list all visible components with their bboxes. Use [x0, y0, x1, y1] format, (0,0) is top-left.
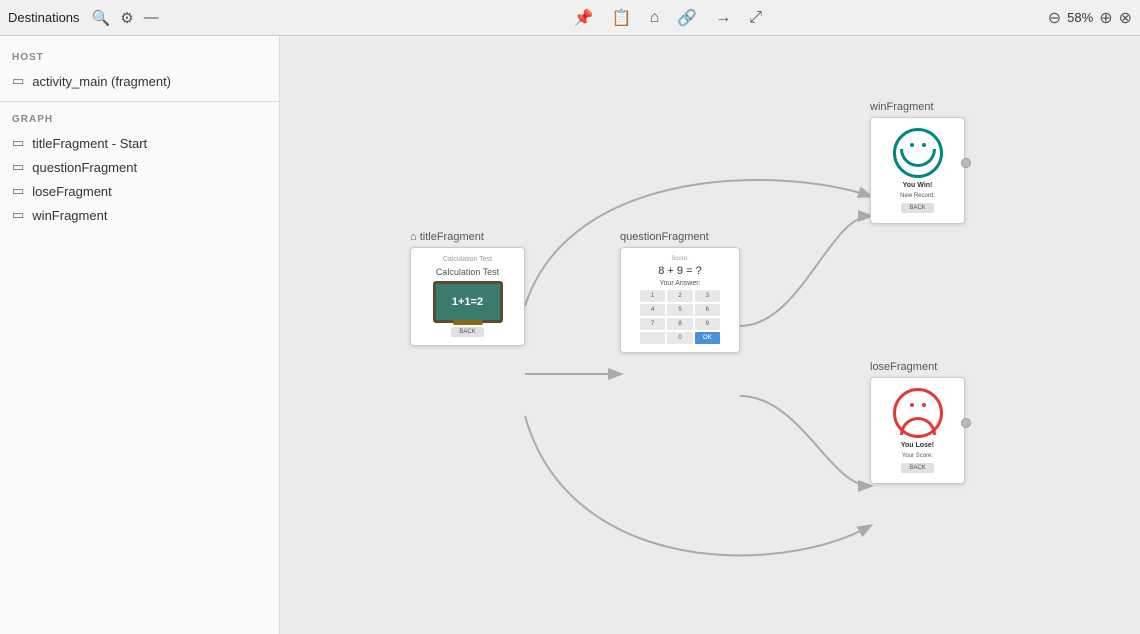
- minimize-icon[interactable]: —: [144, 9, 159, 26]
- lose-fragment-dot: [961, 418, 965, 428]
- lose-fragment-label: loseFragment: [870, 361, 965, 373]
- wf-back-button[interactable]: BACK: [901, 203, 933, 213]
- tf-calc-text: Calculation Test: [436, 267, 499, 277]
- qf-key-ok[interactable]: OK: [695, 332, 720, 344]
- sidebar-item-text: activity_main (fragment): [32, 74, 171, 89]
- home-icon-small: ⌂: [410, 231, 417, 243]
- right-eye: [922, 403, 926, 407]
- fragment-icon: ▭: [12, 73, 24, 89]
- sidebar-item-questionfragment[interactable]: ▭ questionFragment: [0, 155, 279, 179]
- sidebar-item-label: questionFragment: [32, 160, 137, 175]
- main-layout: HOST ▭ activity_main (fragment) GRAPH ▭ …: [0, 36, 1140, 634]
- graph-canvas[interactable]: ⌂ titleFragment Calculation Test Calcula…: [280, 36, 1140, 634]
- qf-key-6[interactable]: 6: [695, 304, 720, 316]
- question-fragment-wrapper: questionFragment Score: 8 + 9 = ? Your A…: [620, 231, 740, 353]
- search-icon[interactable]: 🔍: [92, 9, 111, 27]
- qf-key-5[interactable]: 5: [667, 304, 692, 316]
- qf-key-7[interactable]: 7: [640, 318, 665, 330]
- link-icon[interactable]: 🔗: [677, 8, 697, 28]
- wf-inner: You Win! New Record: BACK: [871, 118, 964, 223]
- title-fragment-wrapper: ⌂ titleFragment Calculation Test Calcula…: [410, 231, 525, 346]
- title-bar-icons: 🔍 ⚙ —: [92, 9, 159, 27]
- app-title: Destinations: [8, 10, 80, 25]
- sidebar-item-label: titleFragment - Start: [32, 136, 147, 151]
- left-eye: [910, 403, 914, 407]
- happy-eyes: [896, 143, 940, 147]
- title-bar-center: 📌 📋 ⌂ 🔗 → ⤢: [288, 8, 1048, 28]
- sidebar-divider: [0, 101, 279, 102]
- win-fragment-node[interactable]: You Win! New Record: BACK: [870, 117, 965, 224]
- qf-key-4[interactable]: 4: [640, 304, 665, 316]
- sidebar: HOST ▭ activity_main (fragment) GRAPH ▭ …: [0, 36, 280, 634]
- title-bar-left: Destinations 🔍 ⚙ —: [8, 9, 288, 27]
- sidebar-item-label: loseFragment: [32, 184, 111, 199]
- qf-key-9[interactable]: 9: [695, 318, 720, 330]
- lf-inner: You Lose! Your Score: BACK: [871, 378, 964, 483]
- lf-back-button[interactable]: BACK: [901, 463, 933, 473]
- win-fragment-label: winFragment: [870, 101, 965, 113]
- home-icon[interactable]: ⌂: [650, 9, 660, 27]
- right-eye: [922, 143, 926, 147]
- qf-score-label: Score:: [671, 256, 688, 262]
- settings-icon[interactable]: ⚙: [120, 9, 133, 27]
- host-section-label: HOST: [0, 48, 279, 69]
- qf-key-empty: [640, 332, 665, 344]
- sidebar-item-titlefragment[interactable]: ▭ titleFragment - Start: [0, 131, 279, 155]
- tf-title-label: Calculation Test: [443, 256, 492, 263]
- qf-key-3[interactable]: 3: [695, 290, 720, 302]
- tf-back-button[interactable]: BACK: [451, 327, 483, 337]
- wf-you-win-text: You Win!: [903, 182, 933, 189]
- title-bar: Destinations 🔍 ⚙ — 📌 📋 ⌂ 🔗 → ⤢ ⊖ 58% ⊕ ⊗: [0, 0, 1140, 36]
- qf-keypad: 1 2 3 4 5 6 7 8 9 0 OK: [640, 290, 720, 344]
- copy-icon[interactable]: 📋: [612, 8, 632, 28]
- fragment-icon: ▭: [12, 135, 24, 151]
- lose-fragment-node[interactable]: You Lose! Your Score: BACK: [870, 377, 965, 484]
- title-fragment-label: ⌂ titleFragment: [410, 231, 525, 243]
- wf-new-record-text: New Record:: [900, 193, 935, 199]
- zoom-in-button[interactable]: ⊕: [1099, 8, 1112, 28]
- zoom-control: ⊖ 58% ⊕ ⊗: [1048, 8, 1132, 28]
- qf-key-8[interactable]: 8: [667, 318, 692, 330]
- sidebar-item-losefragment[interactable]: ▭ loseFragment: [0, 179, 279, 203]
- fragment-icon: ▭: [12, 183, 24, 199]
- tf-inner: Calculation Test Calculation Test 1+1=2 …: [411, 248, 524, 345]
- title-bar-right: ⊖ 58% ⊕ ⊗: [1048, 8, 1132, 28]
- qf-key-0[interactable]: 0: [667, 332, 692, 344]
- graph-section-label: GRAPH: [0, 110, 279, 131]
- question-fragment-node[interactable]: Score: 8 + 9 = ? Your Answer: 1 2 3 4 5 …: [620, 247, 740, 353]
- lose-fragment-wrapper: loseFragment You Lose! Your Score: BACK: [870, 361, 965, 484]
- sad-eyes: [896, 403, 940, 407]
- win-fragment-dot: [961, 158, 965, 168]
- title-fragment-node[interactable]: Calculation Test Calculation Test 1+1=2 …: [410, 247, 525, 346]
- zoom-level: 58%: [1067, 10, 1093, 25]
- sad-smiley-icon: [893, 388, 943, 438]
- sidebar-item-activity-main[interactable]: ▭ activity_main (fragment): [0, 69, 279, 93]
- zoom-out-button[interactable]: ⊖: [1048, 8, 1061, 28]
- qf-your-answer-label: Your Answer:: [660, 280, 701, 287]
- fragment-icon: ▭: [12, 159, 24, 175]
- qf-inner: Score: 8 + 9 = ? Your Answer: 1 2 3 4 5 …: [621, 248, 739, 352]
- qf-key-1[interactable]: 1: [640, 290, 665, 302]
- lf-you-lose-text: You Lose!: [901, 442, 934, 449]
- question-fragment-label: questionFragment: [620, 231, 740, 243]
- win-fragment-wrapper: winFragment You Win! New Record: BACK: [870, 101, 965, 224]
- happy-smiley-icon: [893, 128, 943, 178]
- zoom-reset-button[interactable]: ⊗: [1119, 8, 1132, 28]
- sidebar-item-label: winFragment: [32, 208, 107, 223]
- left-eye: [910, 143, 914, 147]
- lf-your-score-text: Your Score:: [902, 453, 933, 459]
- pin-icon[interactable]: 📌: [574, 8, 594, 28]
- forward-icon[interactable]: →: [715, 9, 731, 27]
- tf-chalkboard: 1+1=2: [433, 281, 503, 323]
- qf-key-2[interactable]: 2: [667, 290, 692, 302]
- fragment-icon: ▭: [12, 207, 24, 223]
- qf-equation: 8 + 9 = ?: [658, 265, 701, 277]
- sidebar-item-winfragment[interactable]: ▭ winFragment: [0, 203, 279, 227]
- expand-icon[interactable]: ⤢: [749, 9, 762, 27]
